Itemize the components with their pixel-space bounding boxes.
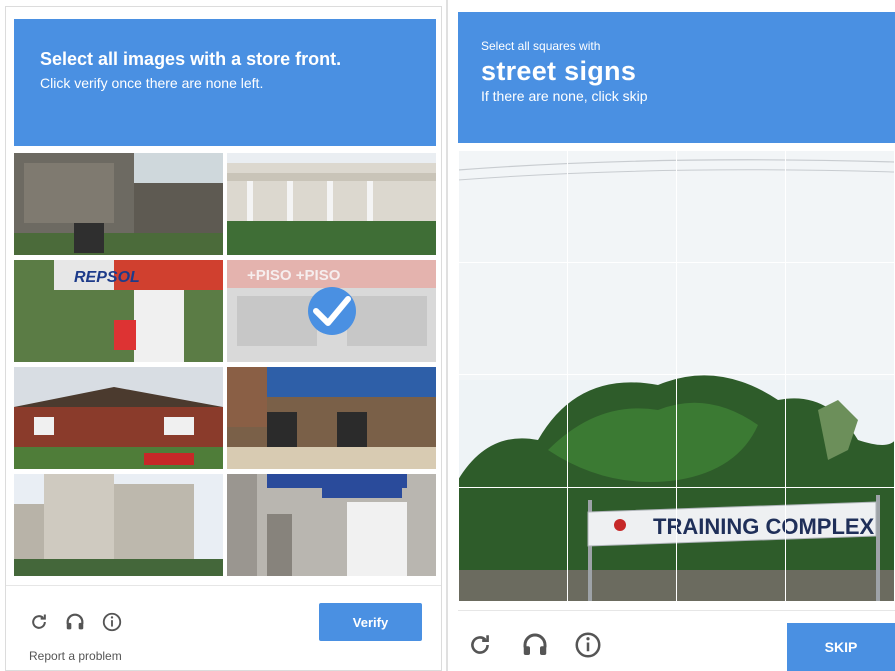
grid-cell[interactable]	[676, 487, 786, 602]
panel-divider	[446, 0, 448, 671]
instruction-subtext: Click verify once there are none left.	[40, 75, 264, 91]
captcha-store-front: Select all images with a store front. Cl…	[5, 6, 442, 671]
reload-icon[interactable]	[29, 612, 49, 637]
grid-cell[interactable]	[785, 262, 895, 375]
challenge-header: Select all images with a store front. Cl…	[14, 19, 436, 146]
grid-cell[interactable]	[676, 150, 786, 263]
tile-piso-storefront[interactable]: +PISO +PISO	[227, 260, 436, 362]
instruction-target: store front.	[246, 49, 342, 69]
info-icon[interactable]	[101, 611, 123, 638]
verify-button[interactable]: Verify	[319, 603, 422, 641]
headphones-icon[interactable]	[64, 611, 86, 638]
tile-white-veranda-house[interactable]	[227, 153, 436, 255]
instruction-text: Select all images with a store front.	[40, 47, 410, 71]
image-grid: REPSOL +PISO +PISO	[14, 153, 438, 579]
repsol-sign-text: REPSOL	[74, 269, 140, 286]
report-problem-link[interactable]: Report a problem	[29, 649, 122, 663]
tile-barbershop-storefront[interactable]	[227, 474, 436, 576]
headphones-icon[interactable]	[520, 630, 550, 665]
grid-cell[interactable]	[458, 150, 568, 263]
piso-sign-text: +PISO +PISO	[247, 267, 341, 284]
footer-divider	[6, 585, 441, 586]
tile-stone-ruins[interactable]	[14, 153, 223, 255]
tile-grid	[458, 150, 895, 602]
grid-cell[interactable]	[785, 374, 895, 488]
tile-apartment-tower[interactable]	[14, 474, 223, 576]
reload-icon[interactable]	[467, 632, 493, 663]
grid-cell[interactable]	[567, 374, 677, 488]
grid-cell[interactable]	[785, 150, 895, 263]
tile-brick-house[interactable]	[14, 367, 223, 469]
grid-cell[interactable]	[676, 374, 786, 488]
grid-cell[interactable]	[567, 262, 677, 375]
grid-cell[interactable]	[458, 262, 568, 375]
grid-cell[interactable]	[785, 487, 895, 602]
street-signs-header: Select all squares with street signs If …	[458, 12, 895, 143]
instruction-small: Select all squares with	[481, 39, 601, 53]
tile-repsol-station[interactable]: REPSOL	[14, 260, 223, 362]
info-icon[interactable]	[573, 630, 603, 665]
instruction-prefix: Select all images with a	[40, 49, 242, 69]
instruction-target: street signs	[481, 56, 637, 86]
grid-cell[interactable]	[458, 374, 568, 488]
grid-cell[interactable]	[567, 150, 677, 263]
grid-cell[interactable]	[676, 262, 786, 375]
challenge-image: TRAINING COMPLEX	[458, 150, 895, 602]
grid-cell[interactable]	[458, 487, 568, 602]
instruction-hint: If there are none, click skip	[481, 88, 648, 104]
skip-button[interactable]: SKIP	[787, 623, 895, 671]
grid-cell[interactable]	[567, 487, 677, 602]
tile-stone-arches[interactable]	[227, 367, 436, 469]
selected-check-icon	[307, 287, 356, 335]
footer-divider	[458, 610, 895, 611]
